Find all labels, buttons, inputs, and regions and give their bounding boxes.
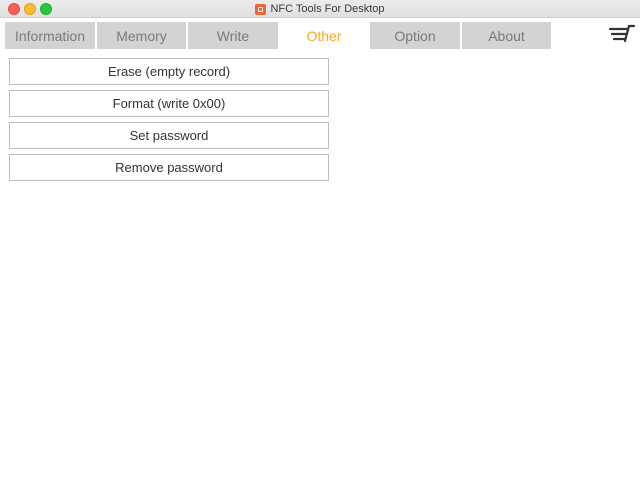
tab-memory[interactable]: Memory: [97, 22, 186, 49]
shopping-cart-icon[interactable]: [608, 23, 636, 45]
window-title-text: NFC Tools For Desktop: [270, 3, 385, 15]
set-password-button[interactable]: Set password: [9, 122, 329, 149]
tab-information[interactable]: Information: [5, 22, 95, 49]
tab-option[interactable]: Option: [370, 22, 460, 49]
tab-bar: Information Memory Write Other Option Ab…: [0, 18, 640, 49]
tab-other[interactable]: Other: [279, 22, 369, 49]
format-button[interactable]: Format (write 0x00): [9, 90, 329, 117]
erase-button[interactable]: Erase (empty record): [9, 58, 329, 85]
title-bar[interactable]: NFC Tools For Desktop: [0, 0, 640, 18]
window-title: NFC Tools For Desktop: [0, 0, 640, 18]
app-window: NFC Tools For Desktop Information Memory…: [0, 0, 640, 480]
nfc-tools-app-icon: [255, 3, 267, 15]
tab-write[interactable]: Write: [188, 22, 278, 49]
tab-about[interactable]: About: [462, 22, 551, 49]
remove-password-button[interactable]: Remove password: [9, 154, 329, 181]
